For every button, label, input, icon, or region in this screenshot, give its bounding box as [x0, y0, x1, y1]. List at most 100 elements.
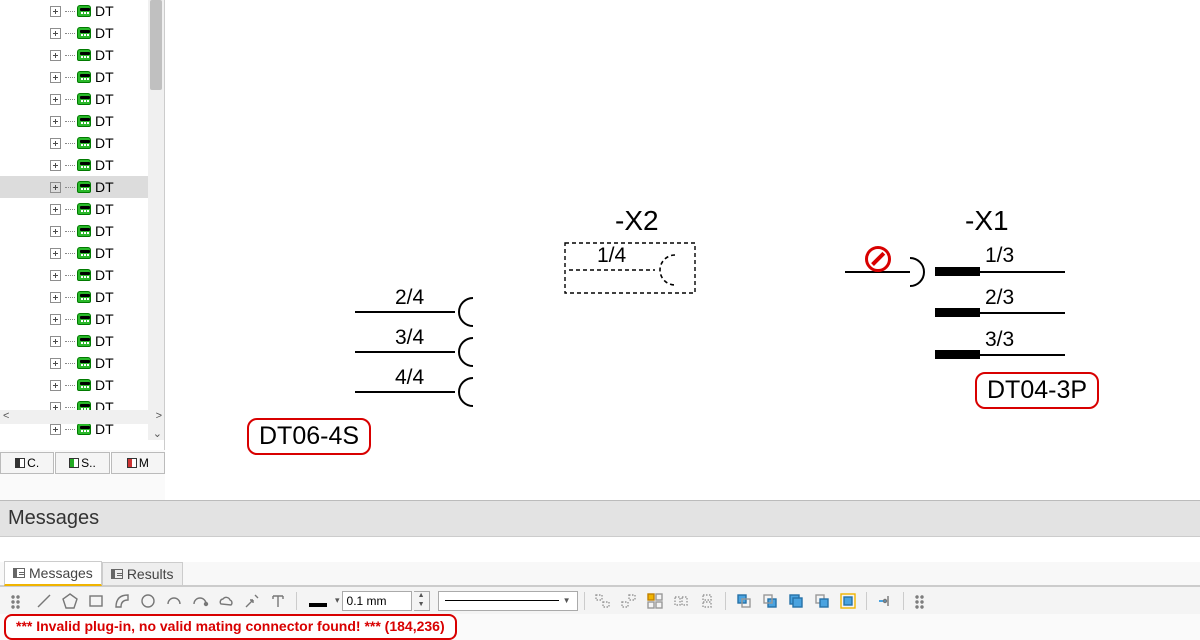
- tool-circle[interactable]: [136, 590, 160, 612]
- tree-connector-icon: [65, 116, 75, 126]
- bring-forward-button[interactable]: [758, 590, 782, 612]
- tree-item[interactable]: DT: [0, 66, 150, 88]
- tree-item[interactable]: DT: [0, 242, 150, 264]
- messages-content: [0, 536, 1200, 562]
- expand-icon[interactable]: [50, 380, 61, 391]
- expand-icon[interactable]: [50, 314, 61, 325]
- tool-polygon[interactable]: [58, 590, 82, 612]
- tree-item-label: DT: [95, 25, 114, 41]
- tree-item[interactable]: DT: [0, 110, 150, 132]
- line-width-spinner[interactable]: ▲▼: [414, 591, 430, 611]
- tool-rectangle[interactable]: [84, 590, 108, 612]
- tree-connector-icon: [65, 292, 75, 302]
- expand-icon[interactable]: [50, 358, 61, 369]
- drawing-toolbar: ▾ 0.1 mm ▲▼ ▼: [0, 586, 1200, 614]
- tool-semicircle[interactable]: [162, 590, 186, 612]
- label-x1-pin1: 1/3: [985, 244, 1014, 267]
- expand-icon[interactable]: [50, 50, 61, 61]
- tree-item[interactable]: DT: [0, 198, 150, 220]
- connector-icon: [77, 27, 91, 39]
- tool-line[interactable]: [32, 590, 56, 612]
- expand-icon[interactable]: [50, 6, 61, 17]
- bring-front-button[interactable]: [732, 590, 756, 612]
- expand-icon[interactable]: [50, 28, 61, 39]
- tree-item[interactable]: DT: [0, 264, 150, 286]
- expand-icon[interactable]: [50, 116, 61, 127]
- tree-item[interactable]: DT: [0, 176, 150, 198]
- tree-connector-icon: [65, 248, 75, 258]
- tool-scale[interactable]: [240, 590, 264, 612]
- tree-item[interactable]: DT: [0, 330, 150, 352]
- tree-item[interactable]: DT: [0, 154, 150, 176]
- tool-text[interactable]: [266, 590, 290, 612]
- tree-tab-label: S..: [81, 456, 96, 470]
- align-left-button[interactable]: [591, 590, 615, 612]
- tree-item[interactable]: DT: [0, 0, 150, 22]
- expand-icon[interactable]: [50, 248, 61, 259]
- align-right-button[interactable]: [617, 590, 641, 612]
- expand-icon[interactable]: [50, 94, 61, 105]
- tree-item[interactable]: DT: [0, 88, 150, 110]
- connector-icon: [77, 71, 91, 83]
- tree-vscrollbar[interactable]: ⌄: [148, 0, 164, 440]
- tree-connector-icon: [65, 138, 75, 148]
- expand-icon[interactable]: [50, 226, 61, 237]
- label-pin-2-4: 2/4: [395, 286, 425, 309]
- tree-item[interactable]: DT: [0, 220, 150, 242]
- group-button[interactable]: [836, 590, 860, 612]
- tree-item[interactable]: DT: [0, 44, 150, 66]
- snap-button[interactable]: [873, 590, 897, 612]
- connector-icon: [77, 269, 91, 281]
- distribute-v-button[interactable]: [695, 590, 719, 612]
- expand-icon[interactable]: [50, 160, 61, 171]
- send-back-button[interactable]: [810, 590, 834, 612]
- expand-icon[interactable]: [50, 182, 61, 193]
- messages-tab-results[interactable]: Results: [102, 562, 183, 585]
- line-width-input[interactable]: 0.1 mm: [342, 591, 412, 611]
- list-icon: [13, 568, 25, 578]
- send-backward-button[interactable]: [784, 590, 808, 612]
- tree-connector-icon: [65, 380, 75, 390]
- expand-icon[interactable]: [50, 424, 61, 435]
- tool-cloud[interactable]: [214, 590, 238, 612]
- expand-icon[interactable]: [50, 270, 61, 281]
- expand-icon[interactable]: [50, 204, 61, 215]
- drag-handle-icon[interactable]: [910, 590, 934, 612]
- tree-tab-label: C.: [27, 456, 39, 470]
- drawing-canvas[interactable]: -X2 1/4 2/4 3/4 4/4 -X1 1/3 2/3 3/3 DT06…: [165, 0, 1200, 500]
- connector-icon: [77, 159, 91, 171]
- tree-item-label: DT: [95, 179, 114, 195]
- tree-item-label: DT: [95, 377, 114, 393]
- tree-connector-icon: [65, 336, 75, 346]
- tree-tab-bar: C. S.. M: [0, 452, 165, 474]
- tree-tab-m[interactable]: M: [111, 452, 165, 474]
- tree-item[interactable]: DT: [0, 308, 150, 330]
- line-pattern-select[interactable]: ▼: [438, 591, 578, 611]
- connector-icon: [77, 357, 91, 369]
- selection-box-x2[interactable]: [565, 243, 695, 293]
- tool-arc[interactable]: [110, 590, 134, 612]
- tree-item[interactable]: DT: [0, 22, 150, 44]
- tree-item-label: DT: [95, 69, 114, 85]
- tree-connector-icon: [65, 424, 75, 434]
- tree-tab-s[interactable]: S..: [55, 452, 109, 474]
- drag-handle-icon[interactable]: [6, 590, 30, 612]
- messages-tab-messages[interactable]: Messages: [4, 561, 102, 586]
- tree-connector-icon: [65, 94, 75, 104]
- tree-item[interactable]: DT: [0, 286, 150, 308]
- tree-hscrollbar[interactable]: <>: [0, 410, 165, 424]
- label-x2-pin: 1/4: [597, 244, 627, 267]
- expand-icon[interactable]: [50, 138, 61, 149]
- align-grid-button[interactable]: [643, 590, 667, 612]
- expand-icon[interactable]: [50, 292, 61, 303]
- tree-tab-c[interactable]: C.: [0, 452, 54, 474]
- line-weight-preview[interactable]: [303, 590, 333, 612]
- expand-icon[interactable]: [50, 336, 61, 347]
- expand-icon[interactable]: [50, 72, 61, 83]
- tree-item[interactable]: DT: [0, 132, 150, 154]
- distribute-h-button[interactable]: [669, 590, 693, 612]
- tree-connector-icon: [65, 160, 75, 170]
- tree-item[interactable]: DT: [0, 374, 150, 396]
- tree-item[interactable]: DT: [0, 352, 150, 374]
- tool-curve[interactable]: [188, 590, 212, 612]
